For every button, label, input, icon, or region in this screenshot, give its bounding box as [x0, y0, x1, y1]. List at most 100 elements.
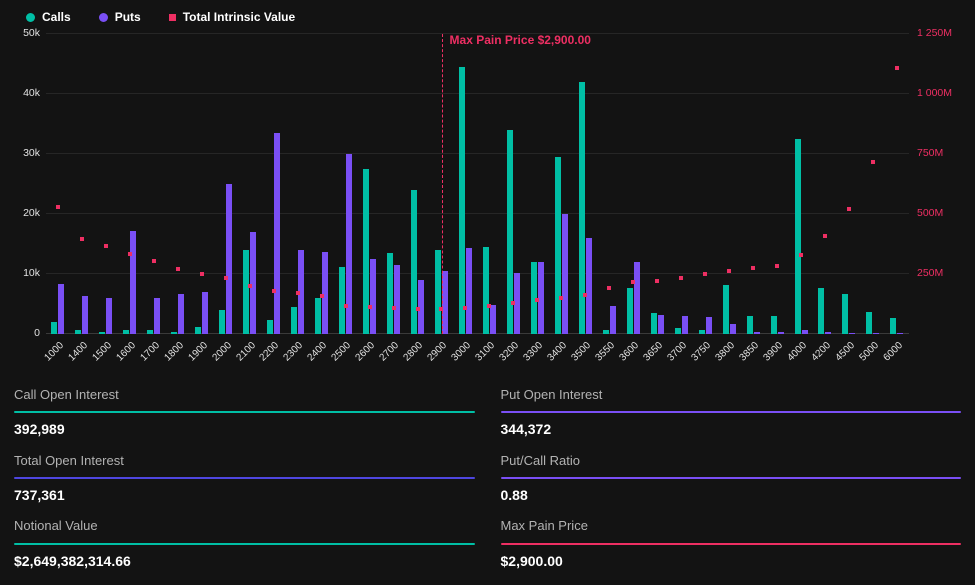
x-axis-label: 3750 — [690, 340, 714, 364]
put-bar — [706, 317, 712, 334]
x-axis-label: 3600 — [618, 340, 642, 364]
x-axis: 1000140015001600170018001900200021002200… — [46, 334, 909, 380]
strike-group — [621, 34, 645, 334]
strike-group — [813, 34, 837, 334]
left-axis-tick: 50k — [23, 28, 40, 39]
intrinsic-value-dot — [200, 272, 204, 276]
stat-card-call-open-interest: Call Open Interest392,989 — [14, 388, 475, 438]
x-axis-label: 4000 — [785, 340, 809, 364]
call-bar — [171, 332, 177, 334]
right-axis-tick: 1 250M — [917, 28, 952, 39]
put-bar — [658, 315, 664, 334]
legend-label: Calls — [42, 10, 71, 24]
strike-group — [310, 34, 334, 334]
left-axis-tick: 10k — [23, 268, 40, 279]
x-axis-label: 1600 — [114, 340, 138, 364]
x-axis-label: 3650 — [642, 340, 666, 364]
legend-item-calls[interactable]: Calls — [26, 10, 71, 24]
strike-group — [142, 34, 166, 334]
call-bar — [411, 190, 417, 334]
put-bar — [226, 184, 232, 334]
call-bar — [291, 307, 297, 334]
x-axis-label: 2800 — [402, 340, 426, 364]
intrinsic-value-dot — [224, 276, 228, 280]
right-axis-tick: 500M — [917, 208, 943, 219]
put-bar — [562, 214, 568, 334]
stat-card-put-call-ratio: Put/Call Ratio0.88 — [501, 454, 962, 504]
intrinsic-value-dot — [703, 272, 707, 276]
call-bar — [147, 330, 153, 334]
intrinsic-value-dot — [823, 234, 827, 238]
put-bar — [154, 298, 160, 334]
strike-group — [477, 34, 501, 334]
call-bar — [267, 320, 273, 334]
left-axis-tick: 0 — [34, 328, 40, 339]
put-bar — [370, 259, 376, 334]
strike-group — [118, 34, 142, 334]
strike-group — [286, 34, 310, 334]
legend-item-total-intrinsic-value[interactable]: Total Intrinsic Value — [169, 10, 295, 24]
max-pain-annotation: Max Pain Price $2,900.00 — [450, 33, 591, 47]
left-axis-tick: 30k — [23, 148, 40, 159]
put-bar — [586, 238, 592, 334]
put-bar — [466, 248, 472, 334]
strike-group — [597, 34, 621, 334]
call-bar — [866, 312, 872, 334]
legend-item-puts[interactable]: Puts — [99, 10, 141, 24]
put-bar — [897, 333, 903, 334]
intrinsic-value-dot — [775, 264, 779, 268]
call-bar — [818, 288, 824, 334]
max-pain-line: Max Pain Price $2,900.00 — [442, 34, 443, 334]
x-axis-label: 3700 — [666, 340, 690, 364]
intrinsic-value-dot — [559, 296, 563, 300]
intrinsic-value-dot — [751, 266, 755, 270]
intrinsic-value-dot — [463, 306, 467, 310]
intrinsic-value-dot — [392, 306, 396, 310]
put-bar — [250, 232, 256, 334]
call-bar — [555, 157, 561, 334]
x-axis-label: 3550 — [594, 340, 618, 364]
put-bar — [394, 265, 400, 334]
put-bar — [682, 316, 688, 334]
put-bar — [849, 333, 855, 334]
x-axis-label: 5000 — [857, 340, 881, 364]
puts-legend-marker-icon — [99, 13, 108, 22]
x-axis-label: 3900 — [761, 340, 785, 364]
stat-card-put-open-interest: Put Open Interest344,372 — [501, 388, 962, 438]
intrinsic-value-dot — [176, 267, 180, 271]
right-axis: 250M500M750M1 000M1 250M — [909, 34, 961, 334]
put-bar — [82, 296, 88, 334]
put-bar — [130, 231, 136, 334]
put-bar — [825, 332, 831, 334]
call-bar — [315, 298, 321, 334]
call-bar — [363, 169, 369, 334]
strike-group — [525, 34, 549, 334]
options-max-pain-dashboard: CallsPutsTotal Intrinsic Value 010k20k30… — [0, 0, 975, 585]
intrinsic-value-dot — [416, 307, 420, 311]
strike-group — [166, 34, 190, 334]
strike-group — [501, 34, 525, 334]
stat-divider — [501, 477, 962, 479]
strike-group — [741, 34, 765, 334]
strike-group — [549, 34, 573, 334]
call-bar — [459, 67, 465, 334]
call-bar — [723, 285, 729, 334]
intrinsic-value-dot — [80, 237, 84, 241]
strike-group — [406, 34, 430, 334]
strike-group — [46, 34, 70, 334]
put-bar — [802, 330, 808, 334]
x-axis-label: 2900 — [426, 340, 450, 364]
stat-value: $2,900.00 — [501, 554, 962, 569]
intrinsic-value-dot — [152, 259, 156, 263]
intrinsic-value-dot — [320, 294, 324, 298]
stat-card-total-open-interest: Total Open Interest737,361 — [14, 454, 475, 504]
intrinsic-value-dot — [104, 244, 108, 248]
x-axis-label: 2100 — [234, 340, 258, 364]
stat-value: 0.88 — [501, 488, 962, 503]
intrinsic-value-dot — [871, 160, 875, 164]
stat-divider — [501, 411, 962, 413]
intrinsic-value-dot — [847, 207, 851, 211]
put-bar — [610, 306, 616, 334]
intrinsic-value-dot — [799, 253, 803, 257]
put-bar — [634, 262, 640, 334]
